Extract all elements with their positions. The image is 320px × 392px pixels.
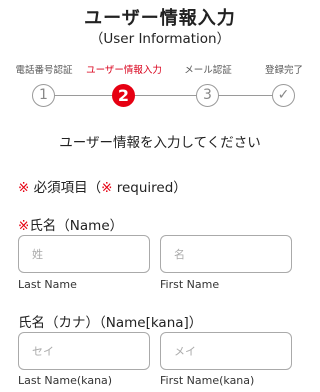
step-email-verification: メール認証 3: [168, 64, 248, 107]
name-section-label: ※氏名（Name）: [18, 214, 123, 234]
step-label: 電話番号認証: [15, 65, 73, 76]
step-registration-complete: 登録完了 ✓: [244, 64, 320, 107]
step-number: 2: [112, 84, 135, 107]
first-name-sublabel: First Name: [160, 278, 220, 291]
required-mark: ※: [18, 180, 30, 196]
progress-line: [44, 95, 284, 96]
required-mark: ※: [18, 218, 30, 234]
last-name-input[interactable]: [18, 235, 150, 273]
last-name-sublabel: Last Name: [18, 278, 77, 291]
step-label: ユーザー情報入力: [86, 65, 162, 76]
checkmark-icon: ✓: [272, 84, 295, 107]
instruction-text: ユーザー情報を入力してください: [59, 135, 261, 151]
first-name-kana-input[interactable]: [160, 332, 292, 370]
required-mark: ※: [101, 180, 113, 196]
kana-section-label: 氏名（カナ）（Name[kana]）: [18, 315, 203, 331]
page-subtitle: （User Information）: [89, 31, 231, 47]
last-name-kana-input[interactable]: [18, 332, 150, 370]
required-note: ※ 必須項目（※ required）: [18, 176, 187, 196]
required-note-text: 必須項目（: [33, 180, 102, 196]
step-user-information: ユーザー情報入力 2: [84, 64, 164, 107]
name-label: 氏名（Name）: [29, 218, 124, 234]
last-name-kana-sublabel: Last Name(kana): [18, 374, 113, 387]
step-label: メール認証: [184, 65, 232, 76]
step-label: 登録完了: [264, 65, 303, 76]
step-number: 3: [196, 84, 219, 107]
first-name-input[interactable]: [160, 235, 292, 273]
step-number: 1: [32, 84, 55, 107]
step-phone-verification: 電話番号認証 1: [4, 64, 84, 107]
progress-steps: 電話番号認証 1 ユーザー情報入力 2 メール認証 3 登録完了 ✓: [0, 64, 320, 114]
required-note-text-en: required）: [112, 180, 187, 196]
first-name-kana-sublabel: First Name(kana): [160, 374, 255, 387]
